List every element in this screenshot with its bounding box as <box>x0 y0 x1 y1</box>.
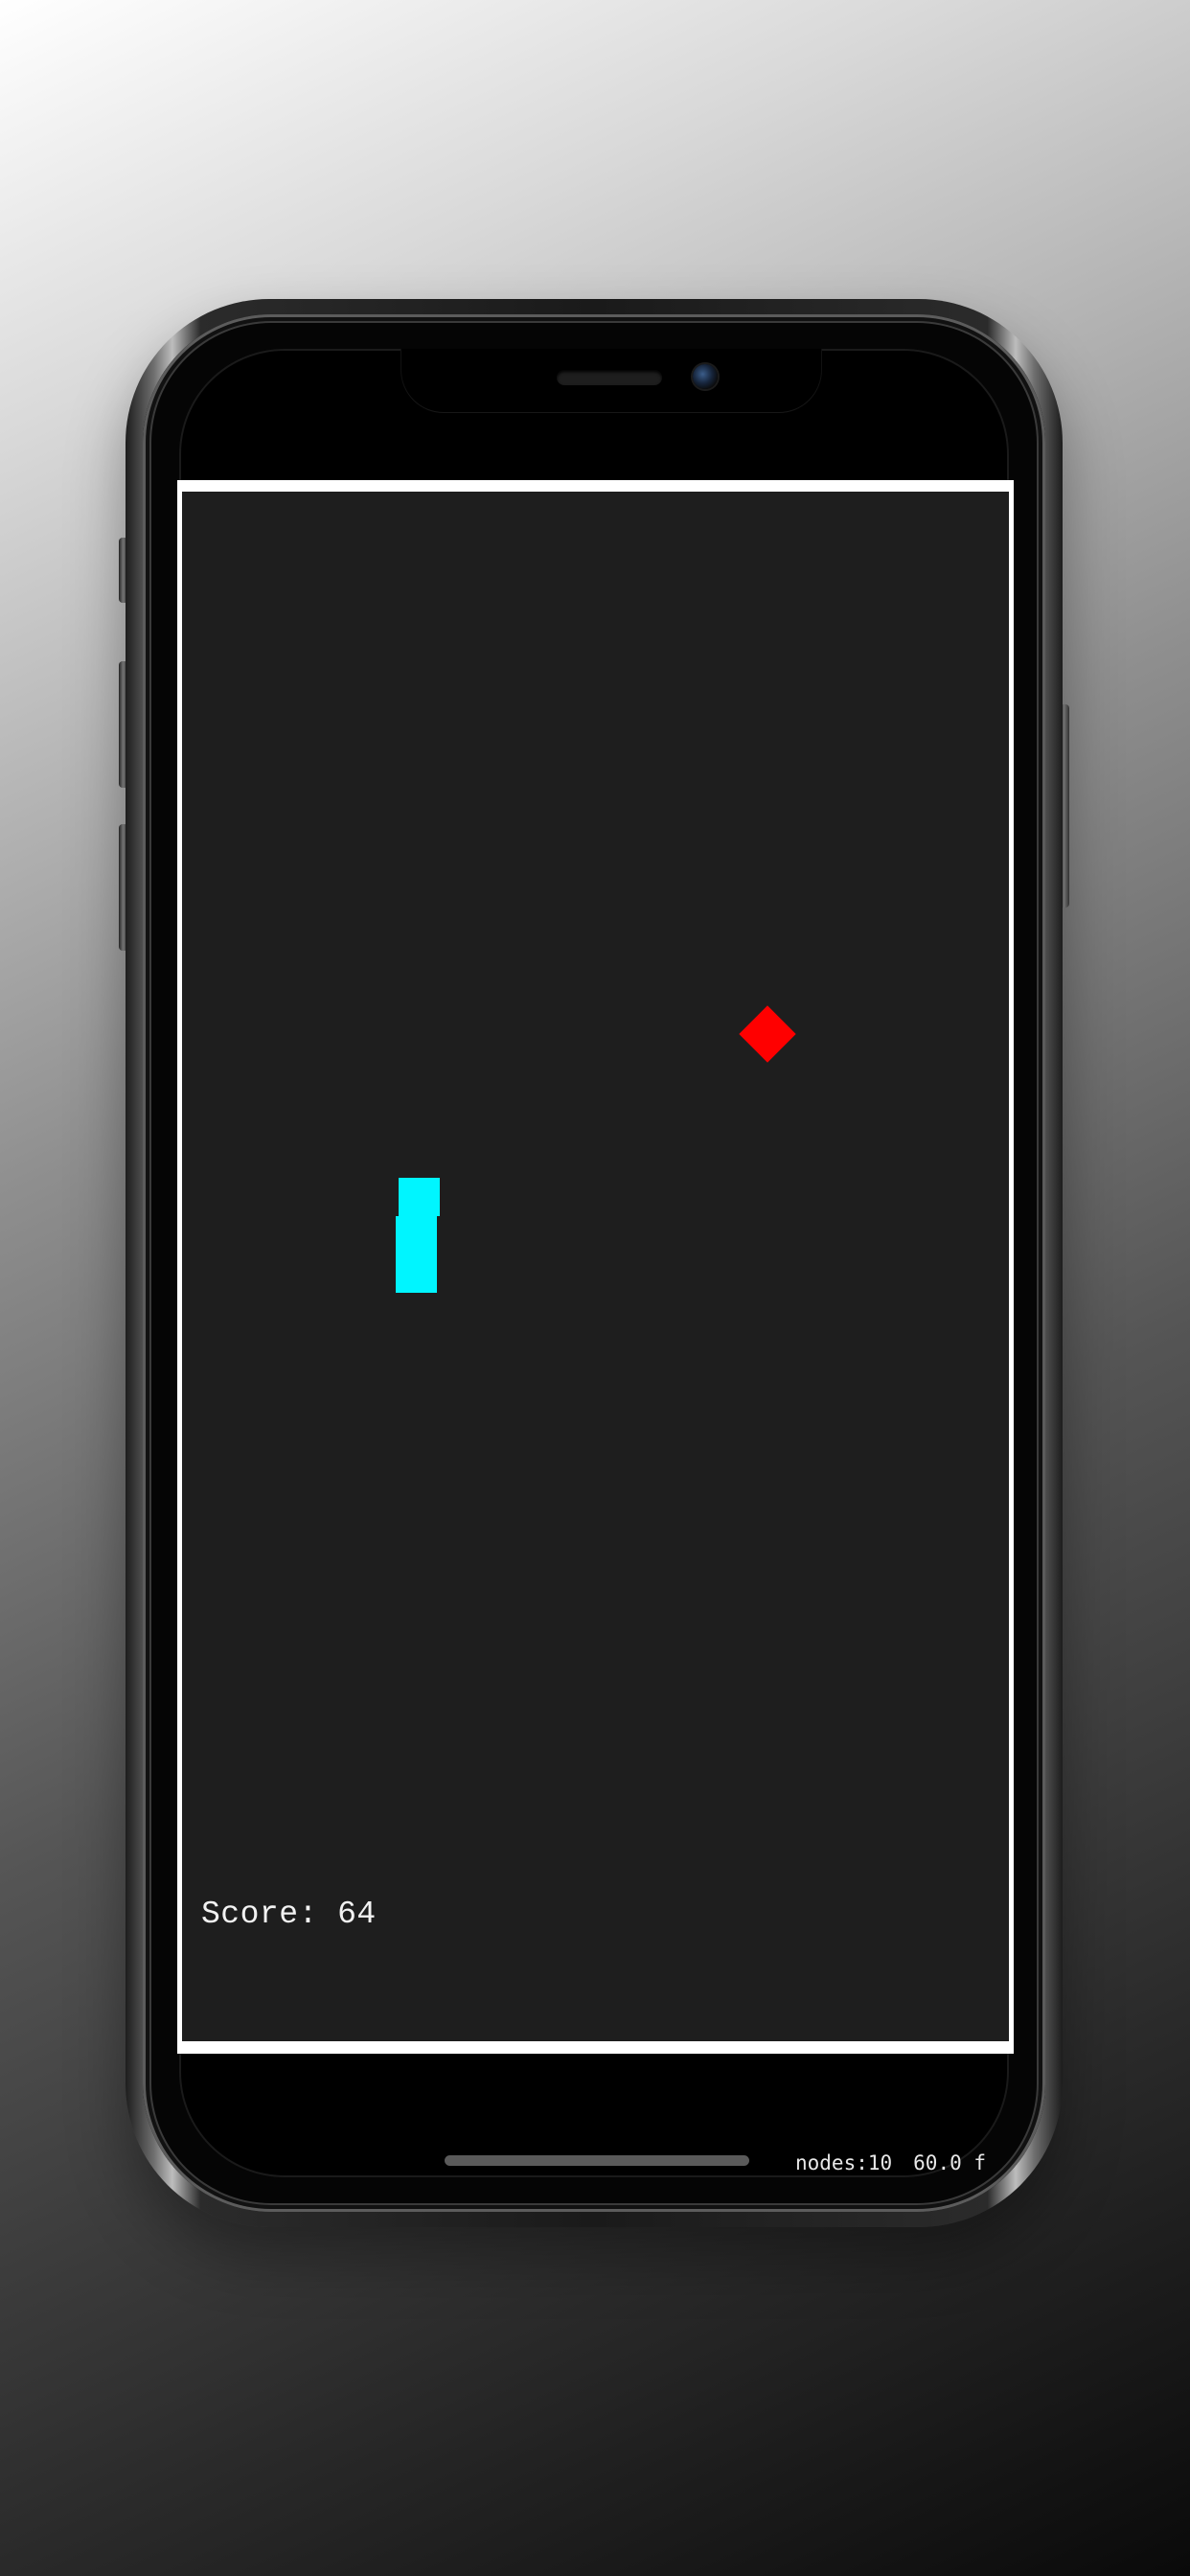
score-label: Score: 64 <box>201 1897 377 1932</box>
game-playfield[interactable]: Score: 64 <box>182 492 1009 2041</box>
snake-body <box>396 1216 437 1293</box>
notch <box>401 349 821 412</box>
home-indicator[interactable] <box>445 2155 749 2166</box>
debug-stats: nodes:10 60.0 fps <box>795 2147 987 2179</box>
fps-counter: 60.0 fps <box>913 2151 987 2174</box>
front-camera-icon <box>693 364 718 389</box>
snake-head <box>399 1178 440 1216</box>
food-pellet <box>739 1005 796 1063</box>
node-count: nodes:10 <box>795 2151 893 2174</box>
game-board[interactable]: Score: 64 <box>177 480 1014 2054</box>
earpiece-speaker <box>557 370 662 385</box>
